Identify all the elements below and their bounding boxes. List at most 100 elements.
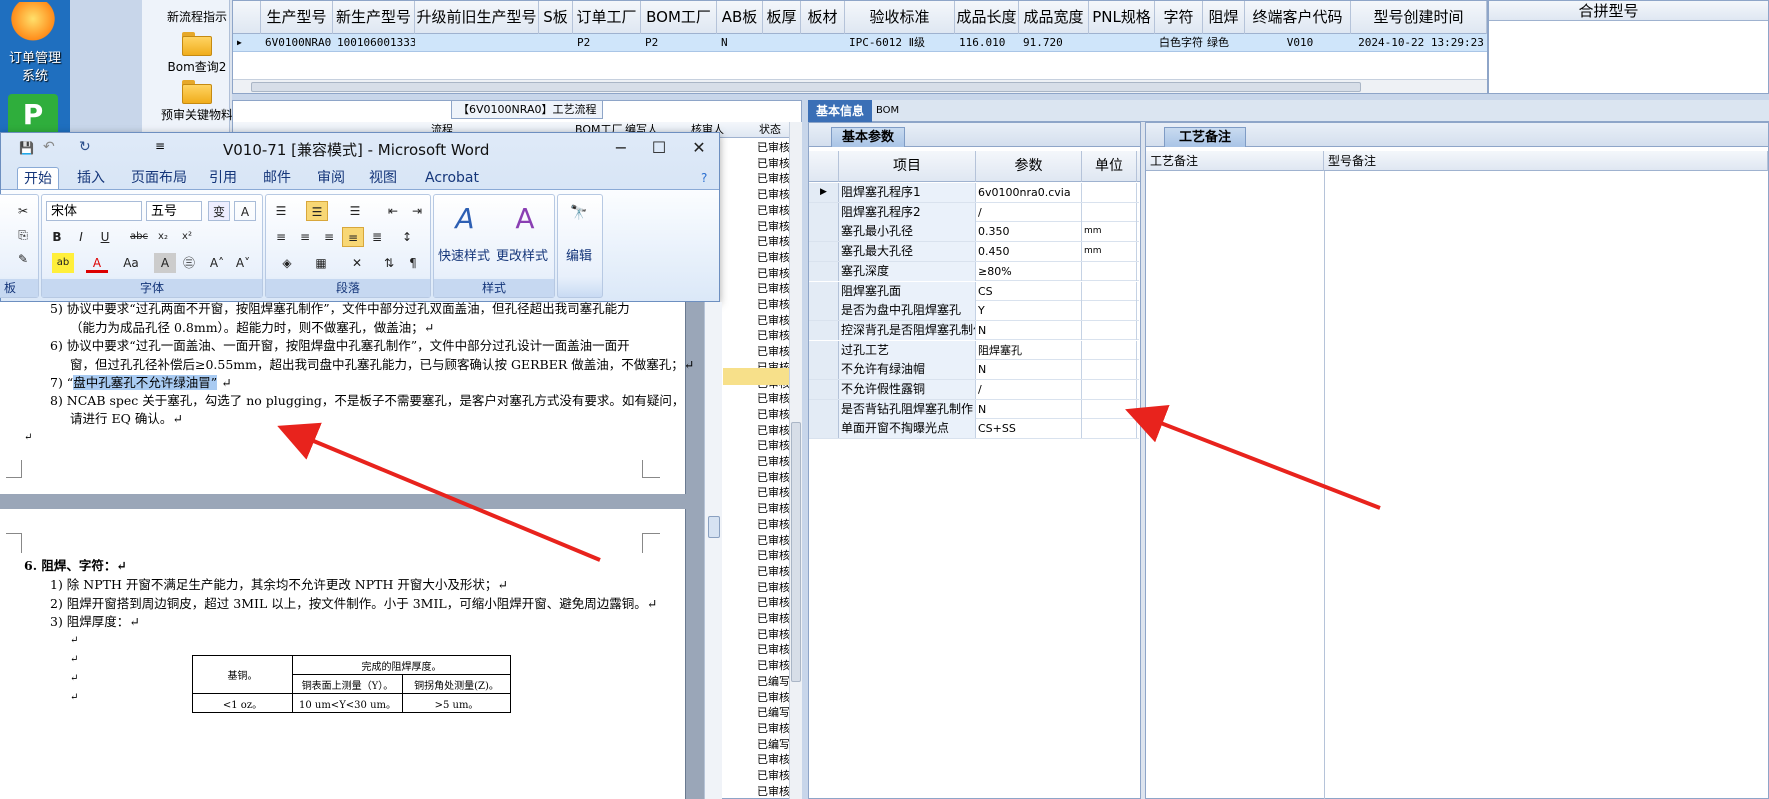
numbering-icon[interactable]: ☰ [306,201,328,221]
increase-indent-icon[interactable]: ⇥ [406,201,428,221]
tab-bom[interactable]: BOM [868,100,907,122]
cut-icon[interactable]: ✂ [12,201,34,221]
doc-line[interactable]: （能力为成品孔径 0.8mm）。超能力时，则不做塞孔，做盖油；↵ [70,318,434,337]
param-unit[interactable] [1082,340,1137,360]
merge-header[interactable]: 合拼型号 [1489,1,1768,21]
col-header[interactable]: BOM工厂 [641,1,717,34]
param-unit[interactable] [1082,202,1137,222]
shrink-font-icon[interactable]: A˅ [232,253,254,273]
status-cell[interactable]: 已编写 [757,704,793,721]
row-header[interactable] [809,281,839,301]
status-cell[interactable]: 已审核 [757,186,793,203]
param-value[interactable]: 阻焊塞孔 [976,340,1082,360]
tab-insert[interactable]: 插入 [71,167,111,189]
document-vertical-scrollbar[interactable] [704,302,722,799]
table-cell[interactable]: <1 oz。 [192,693,293,713]
row-header[interactable] [809,242,839,262]
doc-text[interactable]: 7) “ [50,375,73,390]
distributed-icon[interactable]: ≣ [366,227,388,247]
status-cell[interactable]: 已审核 [757,547,793,564]
doc-line[interactable]: 2) 阻焊开窗搭到周边铜皮，超过 3MIL 以上，按文件制作。小于 3MIL，可… [50,594,657,613]
font-size-select[interactable]: 五号 [146,201,202,221]
param-item[interactable]: 是否为盘中孔阻焊塞孔 [839,301,976,321]
doc-line[interactable]: 6) 协议中要求“过孔一面盖油、一面开窗，按阻焊盘中孔塞孔制作”，文件中部分过孔… [50,336,630,355]
scrollbar-thumb[interactable] [251,82,1361,92]
shading-icon[interactable]: ◈ [276,253,298,273]
cell-standard[interactable]: IPC-6012 Ⅱ级 [845,34,955,52]
status-cell[interactable]: 已审核 [757,641,793,658]
status-cell[interactable]: 已审核 [757,610,793,627]
col-header[interactable]: 验收标准 [845,1,955,34]
table-row[interactable]: ▶ 6V0100NRA0 10010600133305 P2 P2 N IPC-… [233,34,1487,52]
cell-ab[interactable]: N [717,34,763,52]
table-cell[interactable]: 10 um<Y<30 um。 [292,693,403,713]
status-cell[interactable]: 已审核 [757,327,793,344]
param-value[interactable]: / [976,202,1082,222]
underline-icon[interactable]: U [94,227,116,247]
col-header[interactable]: 新生产型号 [333,1,415,34]
row-header[interactable] [809,399,839,419]
doc-line[interactable]: 3) 阻焊厚度：↵ [50,612,140,631]
section-heading[interactable]: 6. 阻焊、字符：↵ [24,556,127,575]
status-cell[interactable]: 已审核 [757,484,793,501]
sort-icon[interactable]: ⇅ [378,253,400,273]
col-header[interactable]: 生产型号 [261,1,333,34]
char-border-icon[interactable]: A [234,201,256,221]
param-value[interactable]: CS+SS [976,419,1082,439]
row-header[interactable] [809,202,839,222]
status-cell[interactable]: 已审核 [757,233,793,250]
table-cell[interactable]: 基铜。 [192,655,293,694]
param-item[interactable]: 阻焊塞孔程序1 [839,183,976,202]
param-value[interactable]: 6v0100nra0.cvia [976,183,1082,202]
process-vertical-scrollbar[interactable] [789,122,802,799]
maximize-icon[interactable]: ☐ [641,137,677,159]
tab-basic-params[interactable]: 基本参数 [831,127,906,147]
param-value[interactable]: 0.350 [976,222,1082,242]
superscript-icon[interactable]: x² [176,227,198,247]
col-header[interactable]: 升级前旧生产型号 [415,1,539,34]
cell-created[interactable]: 2024-10-22 13:29:23 [1351,34,1487,52]
param-row[interactable]: 阻焊塞孔程序2/ [809,202,1139,223]
highlighted-row[interactable] [723,368,789,385]
status-cell[interactable]: 已审核 [757,312,793,329]
status-cell[interactable]: 已审核 [757,532,793,549]
param-item[interactable]: 塞孔最大孔径 [839,242,976,262]
grow-font-icon[interactable]: A˄ [206,253,228,273]
param-unit[interactable] [1082,399,1137,419]
param-value[interactable]: ≥80% [976,261,1082,281]
undo-icon[interactable]: ↶ [43,139,55,155]
param-row[interactable]: 阻焊塞孔面 CS [809,281,1139,302]
col-header[interactable]: S板 [539,1,573,34]
row-header[interactable] [809,360,839,380]
row-header[interactable] [809,261,839,281]
col-header[interactable]: 工艺备注 [1146,151,1324,171]
shell-app-icon[interactable] [8,2,58,44]
tab-home[interactable]: 开始 [17,167,59,189]
status-cell[interactable]: 已编写 [757,736,793,753]
cell-char[interactable]: 白色字符 [1155,34,1203,52]
status-cell[interactable]: 已审核 [757,657,793,674]
status-cell[interactable]: 已审核 [757,155,793,172]
param-item[interactable]: 不允许有绿油帽 [839,360,976,380]
status-cell[interactable]: 已审核 [757,594,793,611]
row-header[interactable] [809,320,839,340]
table-cell[interactable]: 铜拐角处测量(Z)。 [402,674,511,694]
highlight-icon[interactable]: ab [52,253,74,273]
subscript-icon[interactable]: x₂ [152,227,174,247]
param-item[interactable]: 控深背孔是否阻焊塞孔制作 [839,320,976,340]
tab-mailings[interactable]: 邮件 [257,167,297,189]
col-header[interactable]: 字符 [1155,1,1203,34]
param-item[interactable]: 阻焊塞孔程序2 [839,202,976,222]
param-row[interactable]: 是否为盘中孔阻焊塞孔 Y [809,301,1139,321]
change-case-icon[interactable]: Aa [120,253,142,273]
param-item[interactable]: 是否背钻孔阻焊塞孔制作 [839,399,976,419]
redo-icon[interactable]: ↻ [79,139,91,155]
doc-line[interactable]: 1) 除 NPTH 开窗不满足生产能力，其余均不允许更改 NPTH 开窗大小及形… [50,575,508,594]
col-header[interactable]: AB板 [717,1,763,34]
doc-line[interactable]: 5) 协议中要求“过孔两面不开窗，按阻焊塞孔制作”，文件中部分过孔双面盖油，但孔… [50,299,630,318]
param-unit[interactable] [1082,419,1137,439]
status-cell[interactable]: 已审核 [757,516,793,533]
col-header[interactable]: 终端客户代码 [1245,1,1351,34]
status-cell[interactable]: 已审核 [757,500,793,517]
param-item[interactable]: 塞孔最小孔径 [839,222,976,242]
